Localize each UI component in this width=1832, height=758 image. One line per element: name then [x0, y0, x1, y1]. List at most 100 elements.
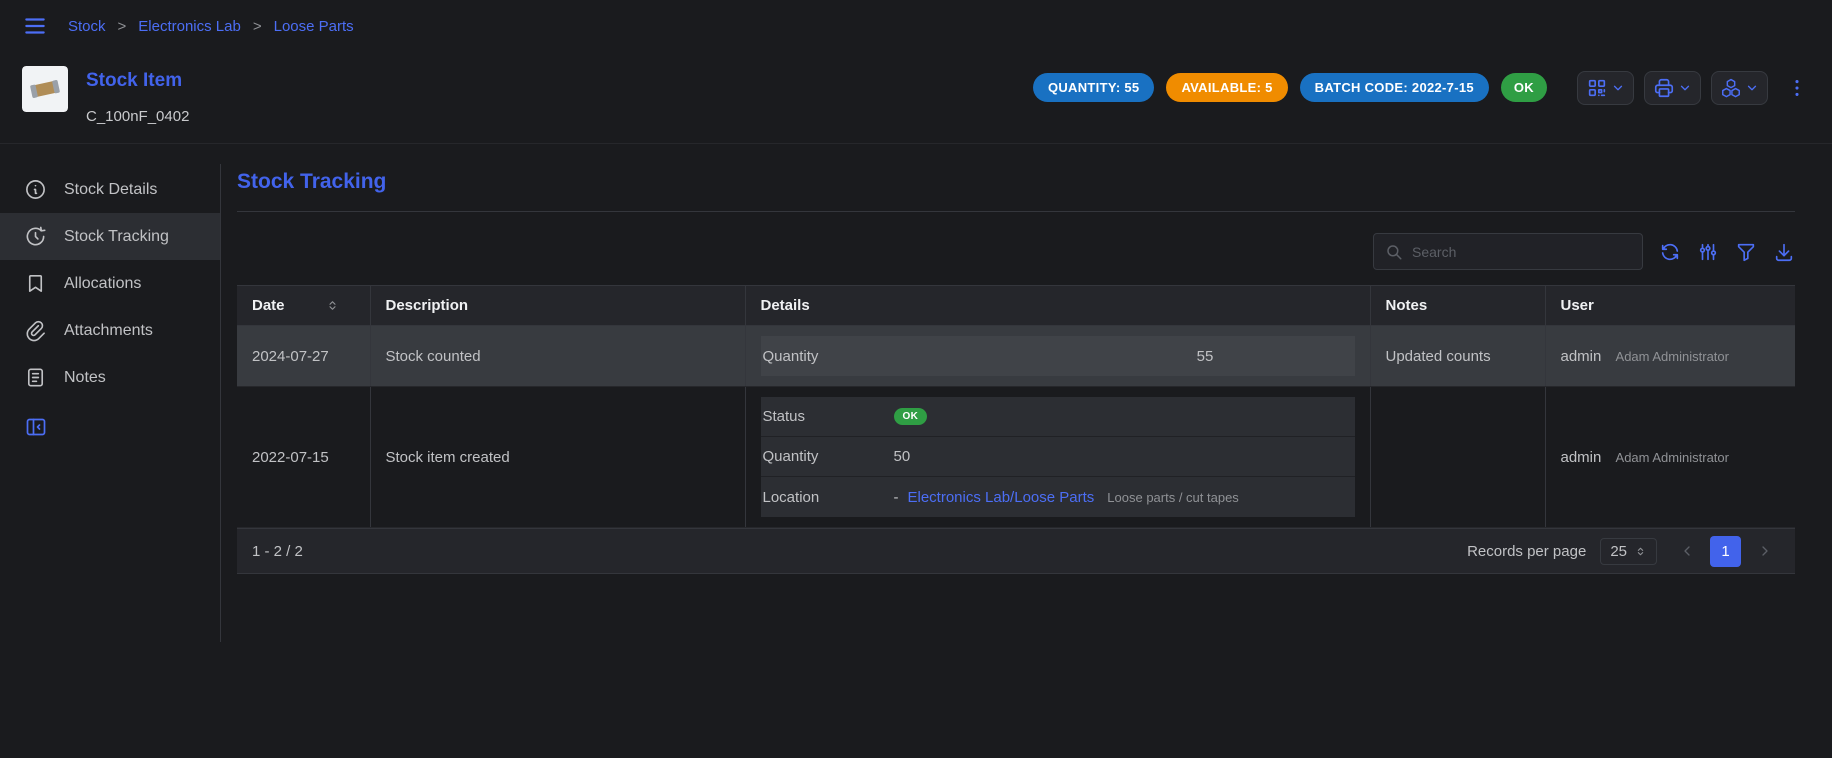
- batch-code-badge: BATCH CODE: 2022-7-15: [1300, 73, 1489, 102]
- qr-code-icon: [1586, 77, 1608, 99]
- username: admin: [1561, 449, 1602, 466]
- refresh-icon[interactable]: [1659, 241, 1681, 263]
- page-subtitle: C_100nF_0402: [86, 108, 189, 125]
- filter-icon[interactable]: [1735, 241, 1757, 263]
- detail-row-location: Location - Electronics Lab/Loose Parts L…: [761, 477, 1355, 517]
- chevron-down-icon: [1678, 81, 1692, 95]
- user-full-name: Adam Administrator: [1616, 349, 1729, 364]
- user-cell: admin Adam Administrator: [1545, 387, 1795, 528]
- table-settings-icon[interactable]: [1697, 241, 1719, 263]
- header-actions: [1577, 71, 1808, 105]
- table-toolbar: [237, 233, 1795, 270]
- title-block: Stock Item C_100nF_0402: [86, 66, 189, 125]
- sidebar-item-label: Stock Tracking: [64, 228, 169, 246]
- stock-actions-button[interactable]: [1711, 71, 1768, 105]
- description-cell: Stock counted: [370, 326, 745, 387]
- main-panel: Stock Tracking: [221, 164, 1832, 642]
- details-cell: Status OK Quantity 50 Location - Electro…: [745, 387, 1370, 528]
- user-full-name: Adam Administrator: [1616, 450, 1729, 465]
- description-cell: Stock item created: [370, 387, 745, 528]
- page-header: Stock Item C_100nF_0402 QUANTITY: 55 AVA…: [0, 52, 1832, 144]
- column-header-notes: Notes: [1370, 286, 1545, 326]
- table-row[interactable]: 2024-07-27 Stock counted Quantity 55 Upd…: [237, 326, 1795, 387]
- heading-divider: [237, 211, 1795, 212]
- footer-controls: Records per page 25 1: [1467, 536, 1780, 567]
- paperclip-icon: [24, 319, 47, 342]
- sidebar-item-attachments[interactable]: Attachments: [0, 307, 220, 354]
- ok-status-badge: OK: [894, 408, 928, 425]
- prev-page-button[interactable]: [1671, 536, 1702, 567]
- page-1-button[interactable]: 1: [1710, 536, 1741, 567]
- breadcrumb-stock[interactable]: Stock: [68, 18, 106, 35]
- search-input[interactable]: [1412, 244, 1631, 260]
- search-box[interactable]: [1373, 233, 1643, 270]
- column-header-user: User: [1545, 286, 1795, 326]
- record-range: 1 - 2 / 2: [252, 543, 303, 560]
- breadcrumb-separator: >: [253, 18, 262, 35]
- records-per-page-label: Records per page: [1467, 543, 1586, 560]
- content-area: Stock Details Stock Tracking Allocations…: [0, 144, 1832, 642]
- detail-value-prefix: -: [894, 489, 899, 506]
- notes-icon: [24, 366, 47, 389]
- location-link[interactable]: Electronics Lab/Loose Parts: [908, 489, 1095, 506]
- detail-value: 50: [894, 448, 911, 465]
- detail-key: Quantity: [763, 348, 1058, 365]
- collapse-sidebar-icon[interactable]: [24, 415, 220, 439]
- packages-icon: [1720, 77, 1742, 99]
- sidebar-item-stock-details[interactable]: Stock Details: [0, 166, 220, 213]
- breadcrumb-separator: >: [118, 18, 127, 35]
- print-actions-button[interactable]: [1644, 71, 1701, 105]
- next-page-button[interactable]: [1749, 536, 1780, 567]
- stock-item-thumbnail[interactable]: [22, 66, 68, 112]
- download-icon[interactable]: [1773, 241, 1795, 263]
- sidebar: Stock Details Stock Tracking Allocations…: [0, 164, 221, 642]
- table-header-row: Date Description Details Notes User: [237, 286, 1795, 326]
- printer-icon: [1653, 77, 1675, 99]
- sort-icon[interactable]: [325, 298, 340, 313]
- notes-cell: Updated counts: [1370, 326, 1545, 387]
- chevron-down-icon: [1611, 81, 1625, 95]
- sidebar-item-label: Attachments: [64, 322, 153, 340]
- table-row[interactable]: 2022-07-15 Stock item created Status OK …: [237, 387, 1795, 528]
- detail-row-quantity: Quantity 50: [761, 437, 1355, 477]
- date-cell: 2024-07-27: [237, 326, 370, 387]
- column-header-details: Details: [745, 286, 1370, 326]
- sidebar-item-label: Notes: [64, 369, 106, 387]
- status-badges: QUANTITY: 55 AVAILABLE: 5 BATCH CODE: 20…: [1033, 73, 1547, 102]
- details-subtable: Status OK Quantity 50 Location - Electro…: [761, 397, 1355, 517]
- chevron-down-icon: [1745, 81, 1759, 95]
- notes-cell: [1370, 387, 1545, 528]
- sidebar-item-allocations[interactable]: Allocations: [0, 260, 220, 307]
- location-description: Loose parts / cut tapes: [1107, 490, 1239, 505]
- detail-key: Quantity: [763, 448, 894, 465]
- more-options-icon[interactable]: [1786, 77, 1808, 99]
- sidebar-item-label: Stock Details: [64, 181, 157, 199]
- selector-icon: [1634, 545, 1647, 558]
- sidebar-item-notes[interactable]: Notes: [0, 354, 220, 401]
- column-label: Date: [252, 297, 285, 314]
- topbar: Stock > Electronics Lab > Loose Parts: [0, 0, 1832, 52]
- history-icon: [24, 225, 47, 248]
- breadcrumb: Stock > Electronics Lab > Loose Parts: [68, 18, 354, 35]
- available-badge: AVAILABLE: 5: [1166, 73, 1287, 102]
- sidebar-item-stock-tracking[interactable]: Stock Tracking: [0, 213, 220, 260]
- ok-status-badge: OK: [1501, 73, 1547, 102]
- panel-heading: Stock Tracking: [237, 170, 1795, 194]
- username: admin: [1561, 348, 1602, 365]
- user-cell: admin Adam Administrator: [1545, 326, 1795, 387]
- detail-row-quantity: Quantity 55: [761, 336, 1355, 376]
- column-header-date[interactable]: Date: [237, 286, 370, 326]
- breadcrumb-electronics-lab[interactable]: Electronics Lab: [138, 18, 241, 35]
- info-icon: [24, 178, 47, 201]
- menu-icon[interactable]: [22, 13, 48, 39]
- table-footer: 1 - 2 / 2 Records per page 25 1: [237, 528, 1795, 574]
- quantity-badge: QUANTITY: 55: [1033, 73, 1154, 102]
- records-per-page-value: 25: [1610, 543, 1627, 560]
- detail-value: 55: [1058, 348, 1353, 365]
- date-cell: 2022-07-15: [237, 387, 370, 528]
- detail-key: Location: [763, 489, 894, 506]
- records-per-page-select[interactable]: 25: [1600, 538, 1657, 565]
- barcode-actions-button[interactable]: [1577, 71, 1634, 105]
- breadcrumb-loose-parts[interactable]: Loose Parts: [274, 18, 354, 35]
- details-cell: Quantity 55: [745, 326, 1370, 387]
